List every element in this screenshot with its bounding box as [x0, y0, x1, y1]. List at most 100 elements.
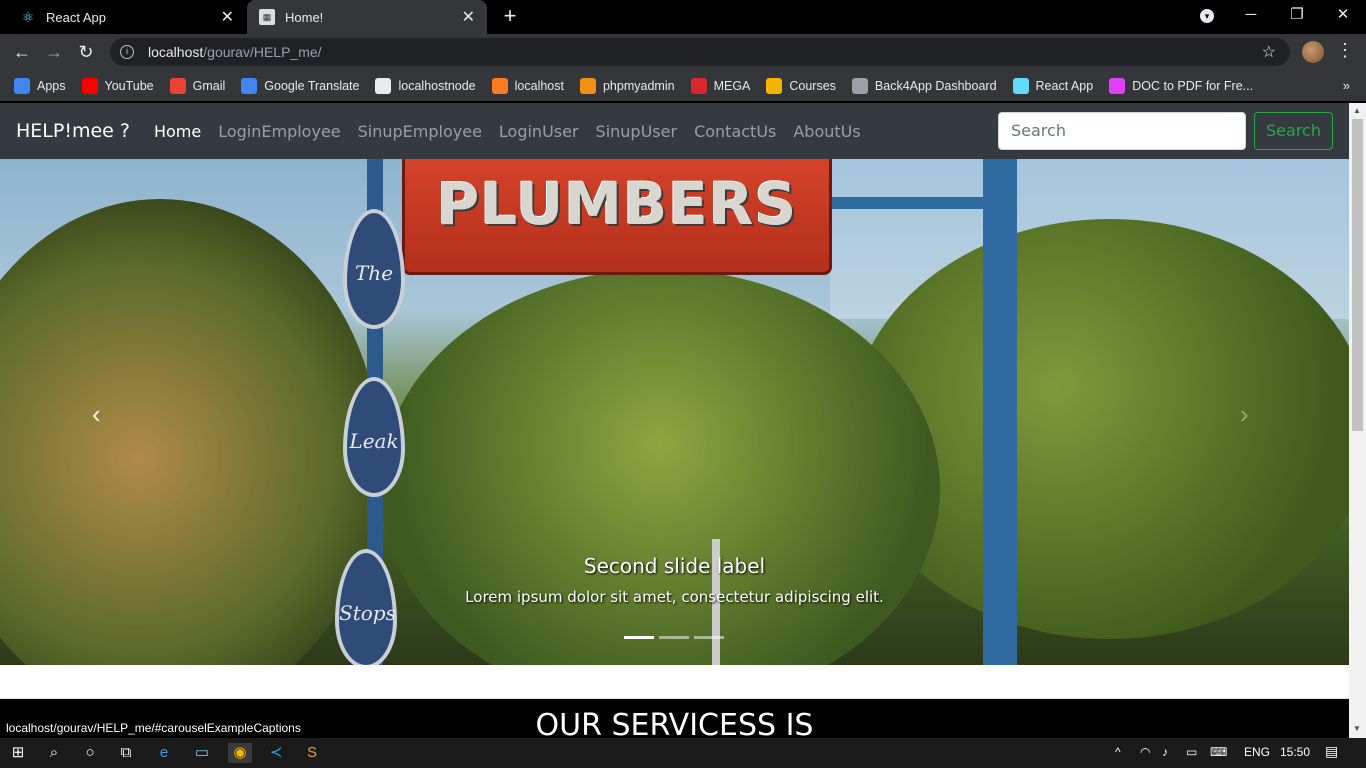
- bookmark-item[interactable]: Apps: [14, 77, 66, 94]
- battery-icon[interactable]: ▭: [1186, 745, 1197, 759]
- caption-text: Lorem ipsum dolor sit amet, consectetur …: [465, 588, 884, 606]
- bookmark-label: localhostnode: [398, 78, 476, 93]
- back-arrow-icon[interactable]: ←: [10, 40, 34, 64]
- globe-icon: [375, 77, 392, 94]
- bookmark-label: phpmyadmin: [602, 78, 675, 93]
- plumbers-sign: PLUMBERS: [402, 159, 832, 275]
- sign-text: PLUMBERS: [436, 170, 798, 238]
- carousel-indicator[interactable]: [624, 636, 654, 639]
- nav-login-employee[interactable]: LoginEmployee: [218, 122, 340, 141]
- page-scrollbar[interactable]: ▲ ▼: [1349, 103, 1366, 738]
- nav-signup-user[interactable]: SinupUser: [596, 122, 678, 141]
- carousel-indicator[interactable]: [659, 636, 689, 639]
- reload-icon[interactable]: ↻: [74, 40, 98, 64]
- nav-login-user[interactable]: LoginUser: [499, 122, 579, 141]
- close-icon[interactable]: ✕: [462, 7, 475, 27]
- file-explorer-icon[interactable]: ▭: [192, 743, 212, 763]
- task-view-icon[interactable]: ⧉: [116, 743, 136, 763]
- forward-arrow-icon[interactable]: →: [42, 40, 66, 64]
- notifications-icon[interactable]: ▤: [1325, 743, 1338, 760]
- windows-start-icon[interactable]: ⊞: [8, 743, 28, 763]
- react-icon: [1012, 77, 1029, 94]
- search-icon[interactable]: ⌕: [44, 743, 64, 763]
- chrome-icon[interactable]: ◉: [228, 743, 252, 763]
- address-bar[interactable]: i localhost/gourav/HELP_me/ ☆: [110, 38, 1290, 66]
- chevron-up-icon[interactable]: ^: [1115, 745, 1121, 759]
- windows-taskbar: ⊞ ⌕ ○ ⧉ e ▭ ◉ ≺ S ^ ◠ ♪ ▭ ⌨ ENG 15:50 ▤: [0, 738, 1366, 768]
- bookmark-item[interactable]: Gmail: [169, 77, 226, 94]
- carousel-indicator[interactable]: [694, 636, 724, 639]
- back4app-icon: [851, 77, 868, 94]
- bookmark-label: Google Translate: [264, 78, 360, 93]
- scroll-up-icon[interactable]: ▲: [1353, 106, 1361, 115]
- clock[interactable]: 15:50: [1280, 745, 1310, 759]
- maximize-button[interactable]: ❐: [1274, 0, 1320, 34]
- section-spacer: [0, 665, 1349, 699]
- tab-title: React App: [46, 9, 106, 25]
- carousel-prev-control[interactable]: ‹: [92, 399, 101, 430]
- vscode-icon[interactable]: ≺: [266, 743, 286, 763]
- mega-icon: [690, 77, 707, 94]
- xampp-icon: [491, 77, 508, 94]
- bookmark-item[interactable]: React App: [1012, 77, 1094, 94]
- keyboard-icon[interactable]: ⌨: [1210, 745, 1227, 759]
- bookmark-item[interactable]: DOC to PDF for Fre...: [1109, 77, 1253, 94]
- bookmark-item[interactable]: Google Translate: [241, 77, 360, 94]
- close-icon[interactable]: ✕: [221, 7, 234, 27]
- language-indicator[interactable]: ENG: [1244, 745, 1270, 759]
- bookmark-item[interactable]: localhost: [491, 77, 564, 94]
- site-navbar: HELP!mee ? Home LoginEmployee SinupEmplo…: [0, 103, 1349, 159]
- caption-title: Second slide label: [583, 554, 766, 578]
- search-button[interactable]: Search: [1254, 112, 1333, 150]
- phpmyadmin-icon: [579, 77, 596, 94]
- tab-react-app[interactable]: ⚛ React App ✕: [8, 0, 246, 34]
- nav-about-us[interactable]: AboutUs: [793, 122, 860, 141]
- nav-contact-us[interactable]: ContactUs: [694, 122, 776, 141]
- bookmark-item[interactable]: phpmyadmin: [579, 77, 675, 94]
- bookmark-label: React App: [1035, 78, 1094, 93]
- cortana-icon[interactable]: ○: [80, 743, 100, 763]
- youtube-icon: [81, 77, 98, 94]
- nav-signup-employee[interactable]: SinupEmployee: [358, 122, 482, 141]
- bookmark-item[interactable]: Courses: [766, 77, 836, 94]
- bookmark-star-icon[interactable]: ☆: [1262, 42, 1276, 62]
- bookmark-item[interactable]: YouTube: [81, 77, 154, 94]
- status-url-tooltip: localhost/gourav/HELP_me/#carouselExampl…: [0, 718, 307, 738]
- scrollbar-thumb[interactable]: [1352, 119, 1363, 431]
- new-tab-button[interactable]: +: [498, 5, 522, 29]
- nav-home[interactable]: Home: [154, 122, 201, 141]
- browser-toolbar: ← → ↻ i localhost/gourav/HELP_me/ ☆ ⋮: [0, 34, 1366, 70]
- translate-icon: [241, 77, 258, 94]
- avatar[interactable]: [1302, 41, 1324, 63]
- bookmark-label: Gmail: [192, 78, 226, 93]
- bookmark-label: MEGA: [713, 78, 751, 93]
- drop-sign-the: The: [343, 209, 405, 329]
- tab-home[interactable]: ▦ Home! ✕: [247, 0, 487, 34]
- bookmark-label: localhost: [514, 78, 564, 93]
- react-icon: ⚛: [21, 9, 35, 25]
- carousel-next-control[interactable]: ›: [1240, 399, 1249, 430]
- minimize-button[interactable]: ─: [1228, 0, 1274, 34]
- courses-icon: [766, 77, 783, 94]
- bookmark-item[interactable]: MEGA: [690, 77, 751, 94]
- bookmark-item[interactable]: Back4App Dashboard: [851, 77, 997, 94]
- info-icon[interactable]: i: [120, 45, 134, 59]
- search-input[interactable]: Search: [998, 112, 1246, 150]
- carousel-pole-arm: [830, 197, 990, 209]
- window-close-button[interactable]: ✕: [1320, 0, 1366, 34]
- wifi-icon[interactable]: ◠: [1140, 745, 1150, 759]
- edge-icon[interactable]: e: [154, 743, 174, 763]
- sublime-icon[interactable]: S: [302, 743, 322, 763]
- bookmark-item[interactable]: localhostnode: [375, 77, 476, 94]
- kebab-menu-icon[interactable]: ⋮: [1336, 40, 1354, 61]
- bookmarks-overflow-icon[interactable]: »: [1343, 78, 1350, 93]
- apps-grid-icon: [14, 77, 30, 94]
- carousel-caption: Second slide label Lorem ipsum dolor sit…: [0, 554, 1349, 606]
- gmail-icon: [169, 77, 186, 94]
- bookmark-label: Apps: [37, 78, 66, 93]
- volume-icon[interactable]: ♪: [1162, 745, 1168, 759]
- url-host: localhost: [148, 44, 204, 60]
- brand-logo[interactable]: HELP!mee ?: [16, 120, 130, 142]
- scroll-down-icon[interactable]: ▼: [1353, 724, 1361, 733]
- profile-menu-icon[interactable]: ▾: [1184, 0, 1230, 34]
